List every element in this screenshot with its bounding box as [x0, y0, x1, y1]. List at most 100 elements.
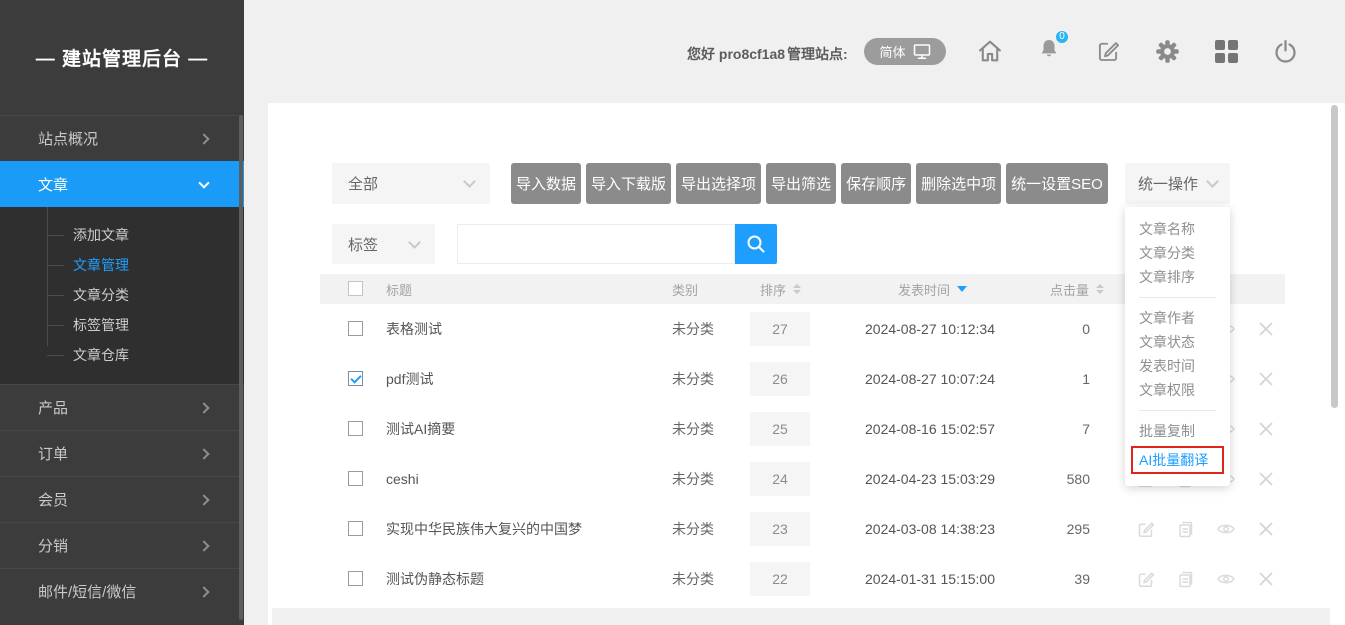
sidebar-item-articles[interactable]: 文章	[0, 161, 244, 207]
column-order[interactable]: 排序	[760, 274, 801, 304]
menu-item-ai-batch-translate[interactable]: AI批量翻译	[1131, 446, 1224, 474]
row-checkbox[interactable]	[348, 571, 363, 586]
column-title: 标题	[386, 274, 412, 304]
row-checkbox[interactable]	[348, 471, 363, 486]
sidebar-subitem-1[interactable]: 文章管理	[0, 250, 244, 280]
sidebar-subitem-0[interactable]: 添加文章	[0, 220, 244, 250]
sidebar-item-0[interactable]: 产品	[0, 384, 244, 430]
row-order-input[interactable]: 23	[750, 512, 810, 546]
row-checkbox[interactable]	[348, 421, 363, 436]
row-publish-time: 2024-03-08 14:38:23	[865, 504, 995, 554]
row-clicks: 7	[1030, 404, 1090, 454]
menu-item[interactable]: 发表时间	[1125, 354, 1230, 378]
sidebar-item-label: 站点概况	[38, 128, 98, 149]
row-order-input[interactable]: 27	[750, 312, 810, 346]
view-icon[interactable]	[1216, 519, 1236, 539]
gear-icon[interactable]	[1152, 36, 1182, 66]
sidebar-subitem-4[interactable]: 文章仓库	[0, 340, 244, 370]
copy-icon[interactable]	[1176, 519, 1196, 539]
delete-icon[interactable]	[1256, 469, 1276, 489]
chevron-right-icon	[198, 133, 209, 144]
row-order-input[interactable]: 25	[750, 412, 810, 446]
tag-filter-value: 标签	[348, 234, 378, 255]
sidebar-item-2[interactable]: 会员	[0, 476, 244, 522]
toolbar-button-5[interactable]: 删除选中项	[916, 163, 1001, 204]
row-order-input[interactable]: 22	[750, 562, 810, 596]
sidebar-item-site-overview[interactable]: 站点概况	[0, 115, 244, 161]
chevron-right-icon	[198, 586, 209, 597]
row-order-input[interactable]: 24	[750, 462, 810, 496]
toolbar-buttons: 导入数据导入下载版导出选择项导出筛选保存顺序删除选中项统一设置SEO	[511, 163, 1108, 204]
delete-icon[interactable]	[1256, 419, 1276, 439]
content-scrollbar[interactable]	[1331, 105, 1338, 408]
toolbar-button-4[interactable]: 保存顺序	[841, 163, 911, 204]
language-switch-pill[interactable]: 简体	[864, 38, 946, 65]
menu-item[interactable]: 文章排序	[1125, 265, 1230, 289]
menu-item[interactable]: 批量复制	[1125, 419, 1230, 443]
menu-item[interactable]: 文章状态	[1125, 330, 1230, 354]
menu-item[interactable]: 文章分类	[1125, 241, 1230, 265]
toolbar-button-1[interactable]: 导入下载版	[586, 163, 671, 204]
view-icon[interactable]	[1216, 569, 1236, 589]
row-clicks: 39	[1030, 554, 1090, 604]
notifications-bell-icon[interactable]: 0	[1034, 36, 1064, 66]
sidebar-item-4[interactable]: 邮件/短信/微信	[0, 568, 244, 614]
row-publish-time: 2024-04-23 15:03:29	[865, 454, 995, 504]
row-checkbox[interactable]	[348, 521, 363, 536]
row-clicks: 0	[1030, 304, 1090, 354]
row-category: 未分类	[672, 454, 714, 504]
row-category: 未分类	[672, 554, 714, 604]
copy-icon[interactable]	[1176, 569, 1196, 589]
row-title[interactable]: pdf测试	[386, 354, 433, 404]
row-checkbox[interactable]	[348, 371, 363, 386]
sort-icons	[793, 284, 801, 294]
search-button[interactable]	[735, 224, 777, 264]
menu-item[interactable]: 文章名称	[1125, 217, 1230, 241]
select-all-checkbox[interactable]	[348, 281, 363, 296]
chevron-right-icon	[198, 540, 209, 551]
column-publish-time[interactable]: 发表时间	[898, 274, 967, 304]
edit-icon[interactable]	[1136, 569, 1156, 589]
row-title[interactable]: ceshi	[386, 454, 419, 504]
apps-grid-icon[interactable]	[1211, 36, 1241, 66]
row-title[interactable]: 测试伪静态标题	[386, 554, 484, 604]
menu-divider	[1139, 410, 1216, 411]
toolbar-button-2[interactable]: 导出选择项	[676, 163, 761, 204]
row-order-input[interactable]: 26	[750, 362, 810, 396]
chevron-right-icon	[198, 402, 209, 413]
column-clicks[interactable]: 点击量	[1050, 274, 1104, 304]
toolbar-button-0[interactable]: 导入数据	[511, 163, 581, 204]
toolbar-button-3[interactable]: 导出筛选	[766, 163, 836, 204]
menu-item[interactable]: 文章作者	[1125, 306, 1230, 330]
sidebar-item-1[interactable]: 订单	[0, 430, 244, 476]
delete-icon[interactable]	[1256, 569, 1276, 589]
row-checkbox[interactable]	[348, 321, 363, 336]
sidebar-scrollbar[interactable]	[239, 115, 243, 620]
power-icon[interactable]	[1270, 36, 1300, 66]
compose-icon[interactable]	[1093, 36, 1123, 66]
toolbar-button-6[interactable]: 统一设置SEO	[1006, 163, 1108, 204]
sidebar-subitem-2[interactable]: 文章分类	[0, 280, 244, 310]
unified-action-select[interactable]: 统一操作	[1125, 163, 1230, 204]
category-filter-select[interactable]: 全部	[332, 163, 490, 204]
chevron-right-icon	[198, 448, 209, 459]
chevron-down-icon	[408, 236, 421, 249]
sidebar-item-3[interactable]: 分销	[0, 522, 244, 568]
delete-icon[interactable]	[1256, 319, 1276, 339]
row-title[interactable]: 表格测试	[386, 304, 442, 354]
row-title[interactable]: 实现中华民族伟大复兴的中国梦	[386, 504, 582, 554]
tag-filter-select[interactable]: 标签	[332, 224, 435, 264]
menu-item[interactable]: 文章权限	[1125, 378, 1230, 402]
row-category: 未分类	[672, 304, 714, 354]
home-icon[interactable]	[975, 36, 1005, 66]
row-category: 未分类	[672, 404, 714, 454]
delete-icon[interactable]	[1256, 519, 1276, 539]
main-content: 全部 导入数据导入下载版导出选择项导出筛选保存顺序删除选中项统一设置SEO 统一…	[268, 103, 1345, 625]
search-icon	[745, 233, 767, 255]
table-footer-bar	[272, 608, 1330, 625]
edit-icon[interactable]	[1136, 519, 1156, 539]
sidebar-subitem-3[interactable]: 标签管理	[0, 310, 244, 340]
search-input[interactable]	[457, 224, 735, 264]
row-title[interactable]: 测试AI摘要	[386, 404, 455, 454]
delete-icon[interactable]	[1256, 369, 1276, 389]
